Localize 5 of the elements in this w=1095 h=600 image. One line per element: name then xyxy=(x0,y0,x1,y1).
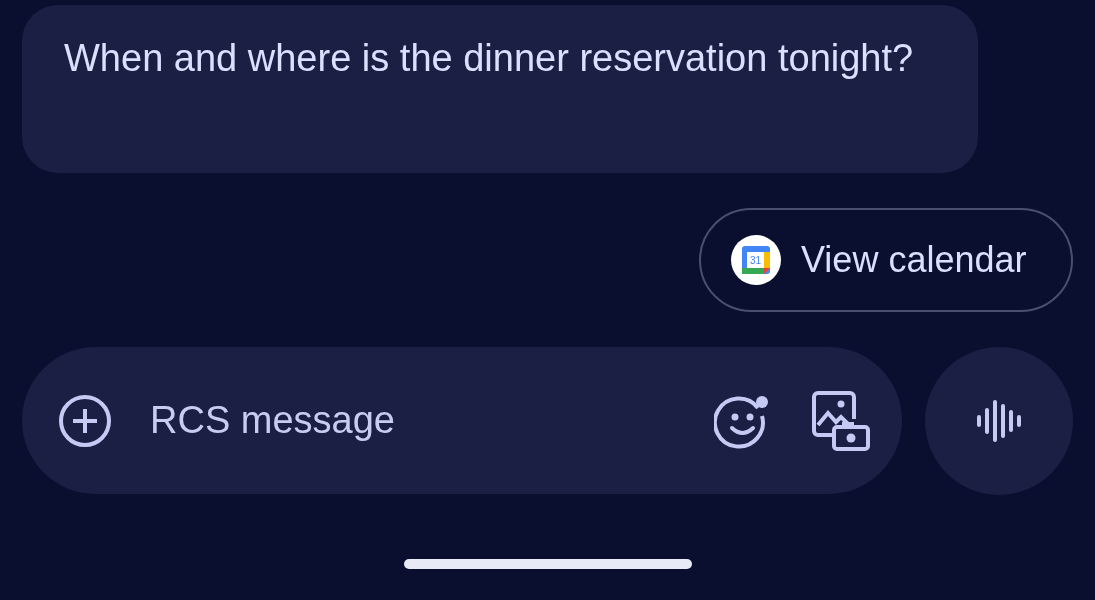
view-calendar-chip[interactable]: 31 View calendar xyxy=(699,208,1073,312)
message-bubble: When and where is the dinner reservation tonight? xyxy=(22,5,978,173)
message-input-field[interactable]: RCS message xyxy=(148,398,678,443)
add-icon[interactable] xyxy=(58,393,112,448)
calendar-icon: 31 xyxy=(731,235,781,285)
